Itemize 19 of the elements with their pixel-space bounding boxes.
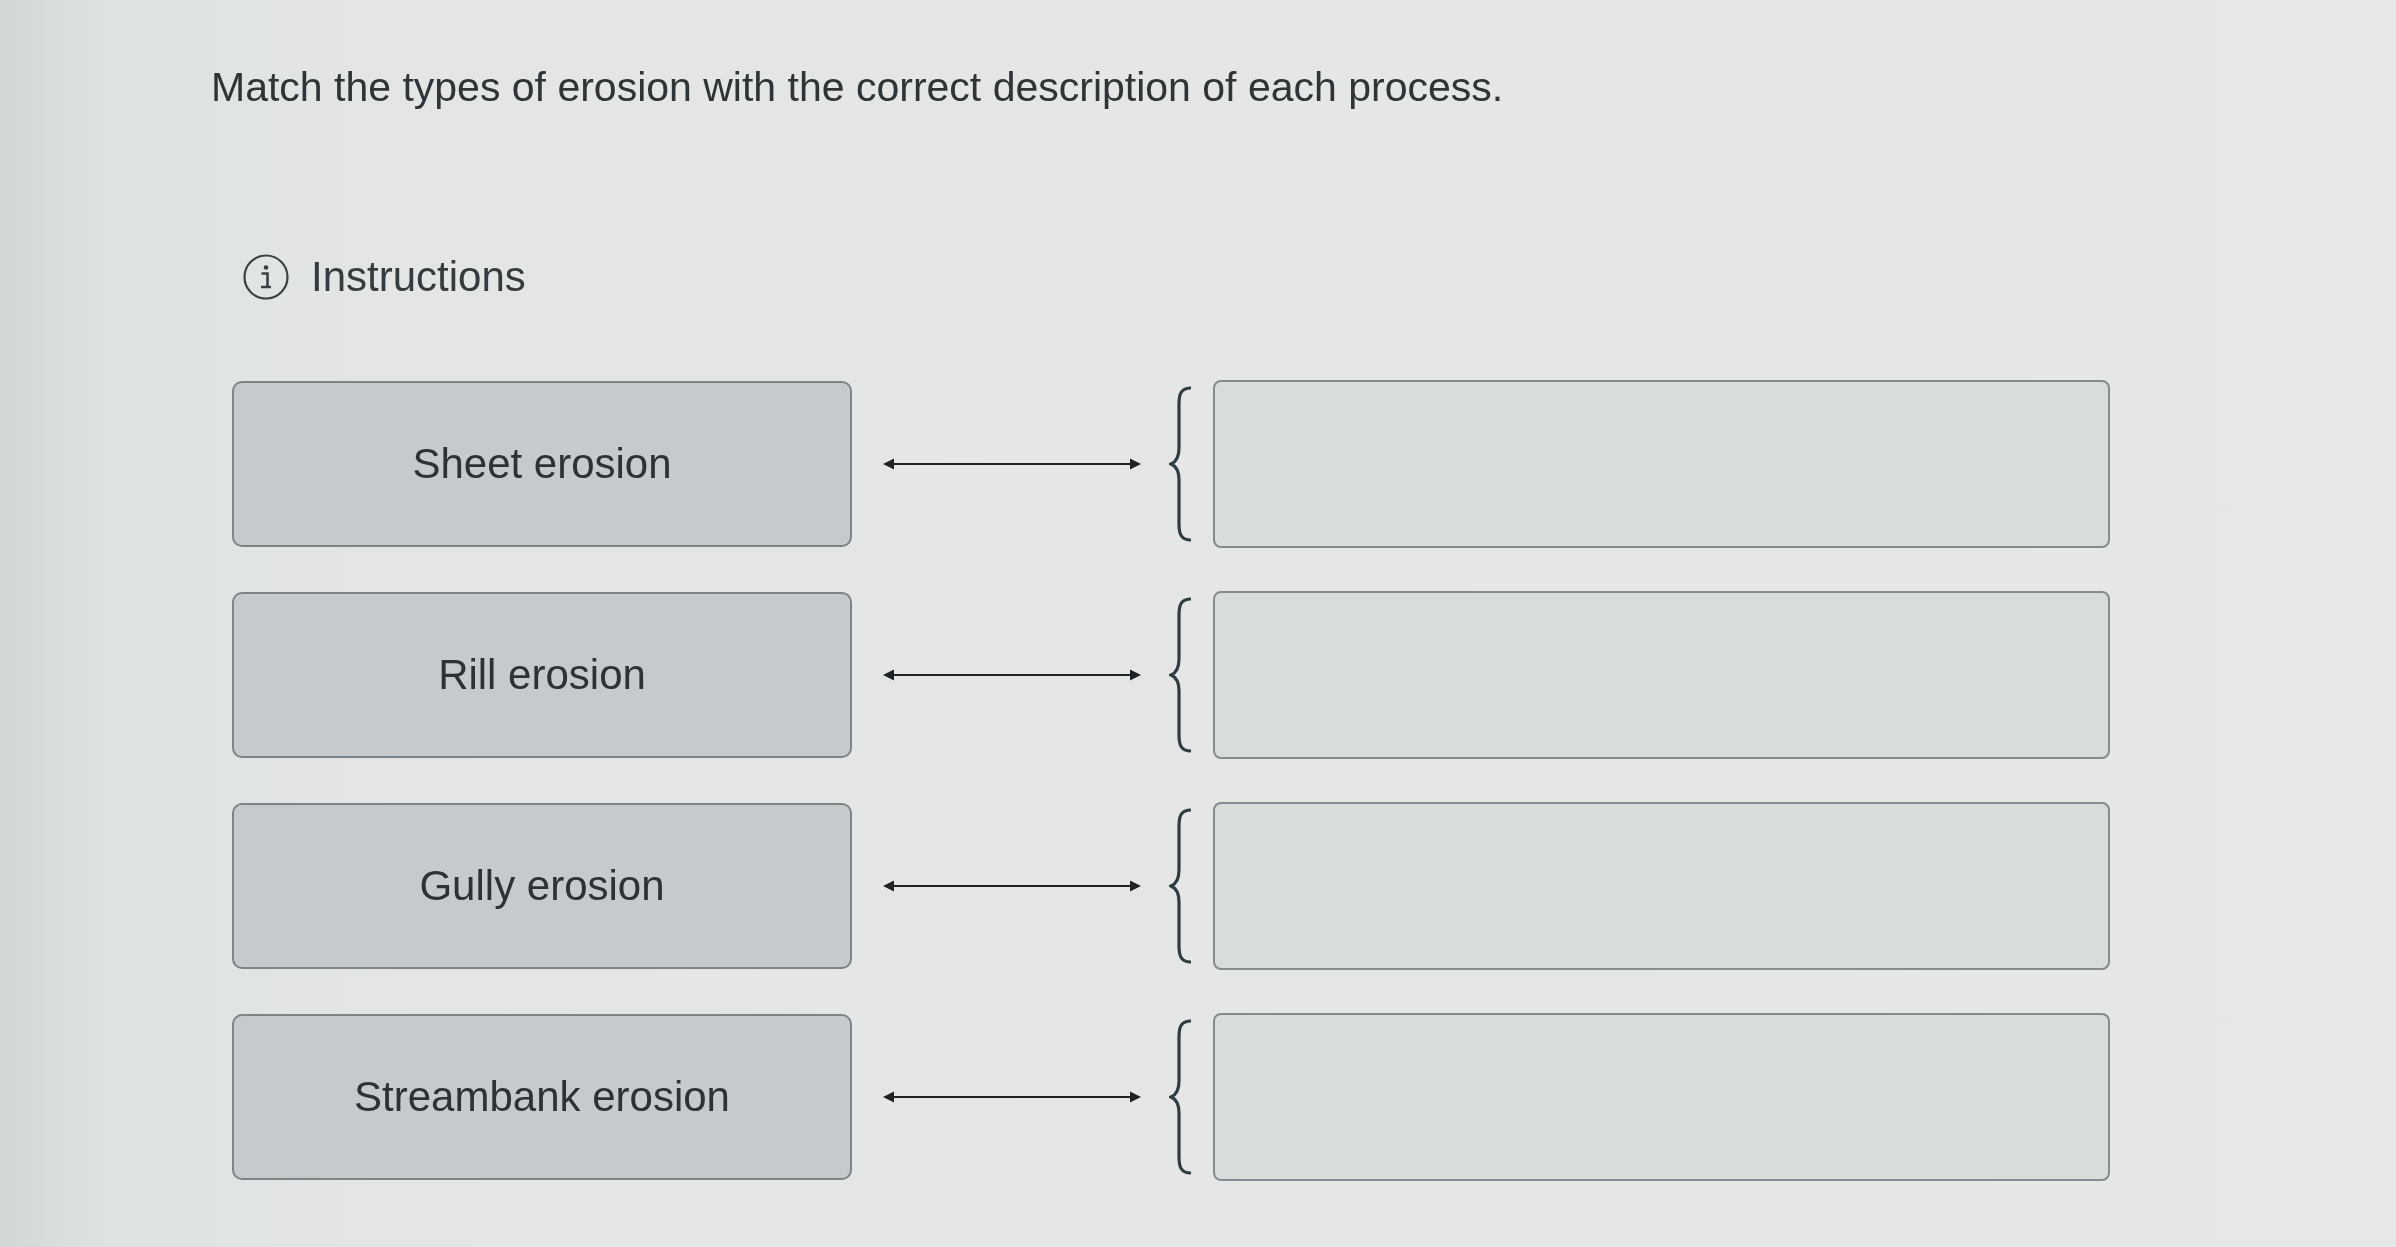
double-arrow-icon — [883, 668, 1141, 682]
answer-drop-box[interactable] — [1213, 1013, 2110, 1181]
brace-icon — [1169, 808, 1193, 964]
double-arrow-icon — [883, 457, 1141, 471]
term-card[interactable]: Streambank erosion — [232, 1014, 852, 1180]
answer-drop-box[interactable] — [1213, 591, 2110, 759]
term-card[interactable]: Sheet erosion — [232, 381, 852, 547]
answer-drop-box[interactable] — [1213, 802, 2110, 970]
brace-icon — [1169, 1019, 1193, 1175]
answer-drop-box[interactable] — [1213, 380, 2110, 548]
question-prompt: Match the types of erosion with the correct description of each process. — [211, 63, 1504, 112]
instructions-button[interactable]: Instructions — [243, 252, 526, 302]
brace-icon — [1169, 386, 1193, 542]
double-arrow-icon — [883, 1090, 1141, 1104]
term-card[interactable]: Gully erosion — [232, 803, 852, 969]
brace-icon — [1169, 597, 1193, 753]
double-arrow-icon — [883, 879, 1141, 893]
info-icon — [243, 254, 289, 300]
term-card[interactable]: Rill erosion — [232, 592, 852, 758]
